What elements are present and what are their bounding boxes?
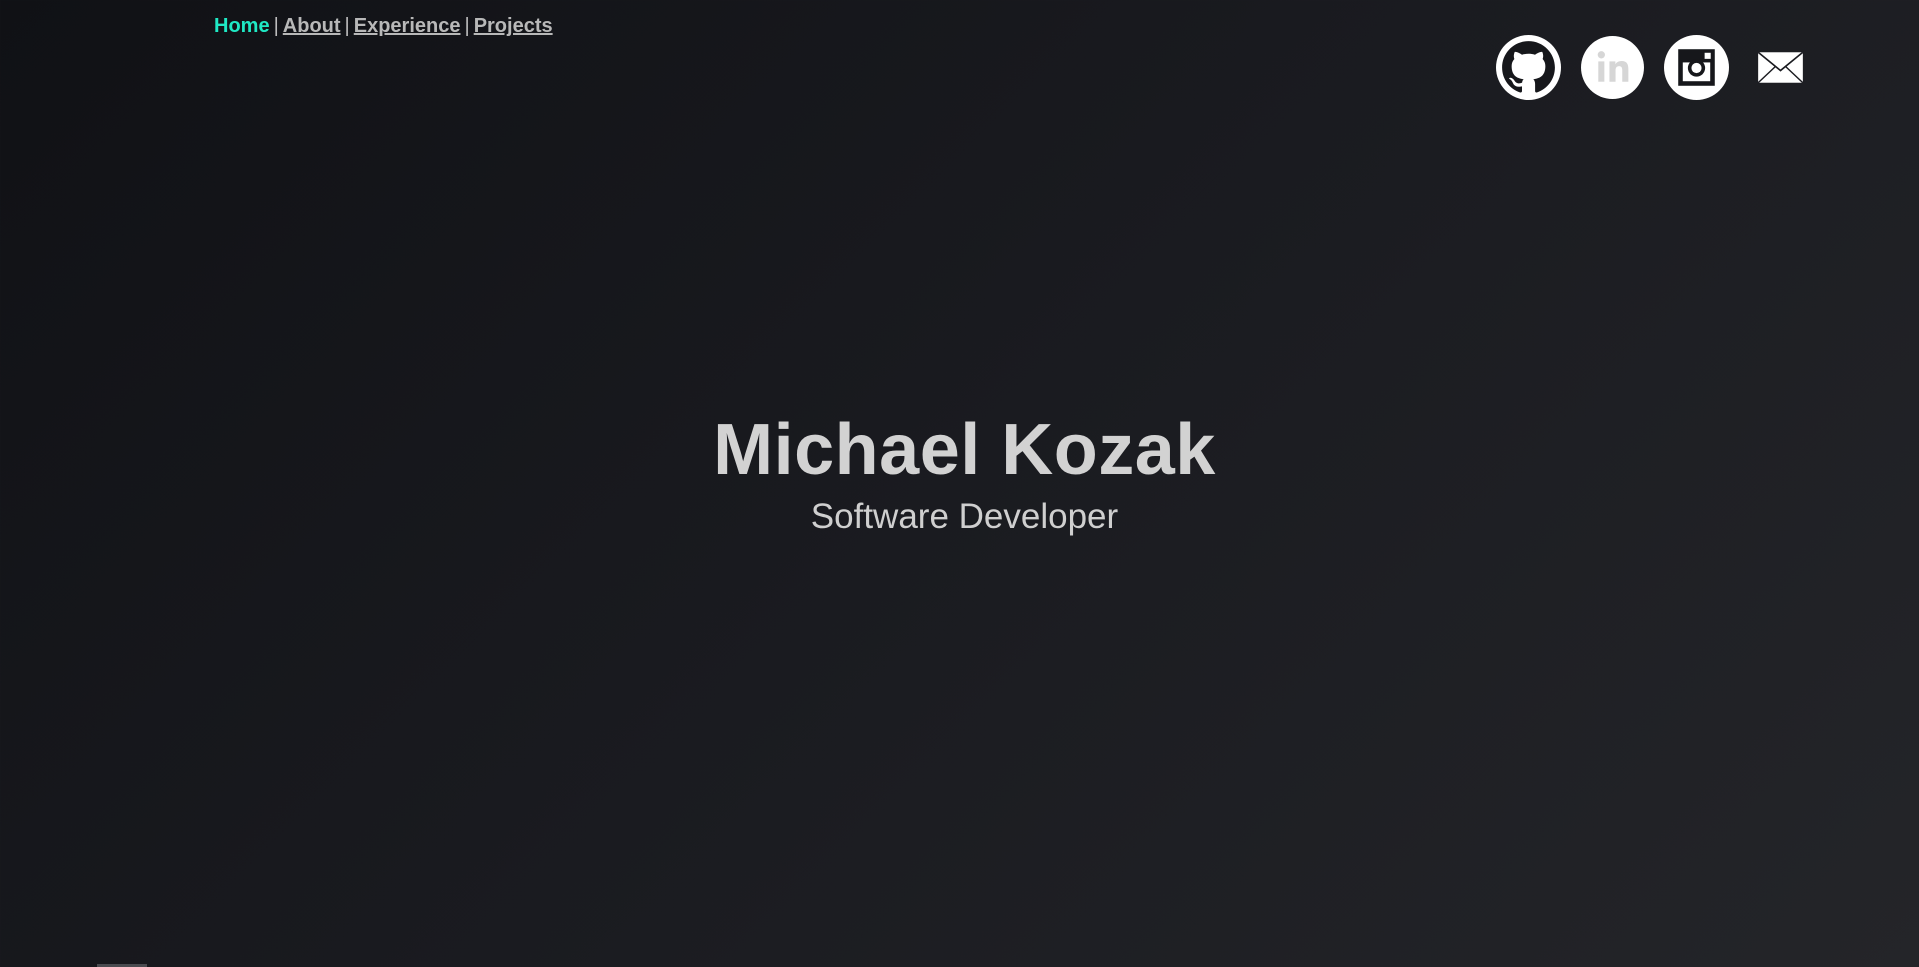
- mail-icon: [1757, 51, 1804, 84]
- github-link[interactable]: [1496, 35, 1561, 100]
- instagram-link[interactable]: [1664, 35, 1729, 100]
- linkedin-icon: [1581, 36, 1644, 99]
- hero-section: Michael Kozak Software Developer: [0, 405, 1919, 539]
- hero-name: Michael Kozak: [713, 410, 1216, 490]
- nav-separator: |: [464, 15, 470, 37]
- main-nav: Home | About | Experience | Projects: [214, 15, 553, 38]
- nav-home-link[interactable]: Home: [214, 15, 270, 37]
- nav-projects-link[interactable]: Projects: [474, 15, 553, 37]
- hero-title: Software Developer: [810, 497, 1119, 536]
- nav-separator: |: [344, 15, 350, 37]
- nav-about-link[interactable]: About: [283, 15, 341, 37]
- linkedin-link[interactable]: [1580, 35, 1645, 100]
- nav-separator: |: [273, 15, 279, 37]
- nav-experience-link[interactable]: Experience: [354, 15, 461, 37]
- instagram-icon: [1664, 35, 1729, 100]
- email-link[interactable]: [1748, 35, 1813, 100]
- social-links: [1496, 35, 1832, 100]
- github-icon: [1496, 35, 1561, 100]
